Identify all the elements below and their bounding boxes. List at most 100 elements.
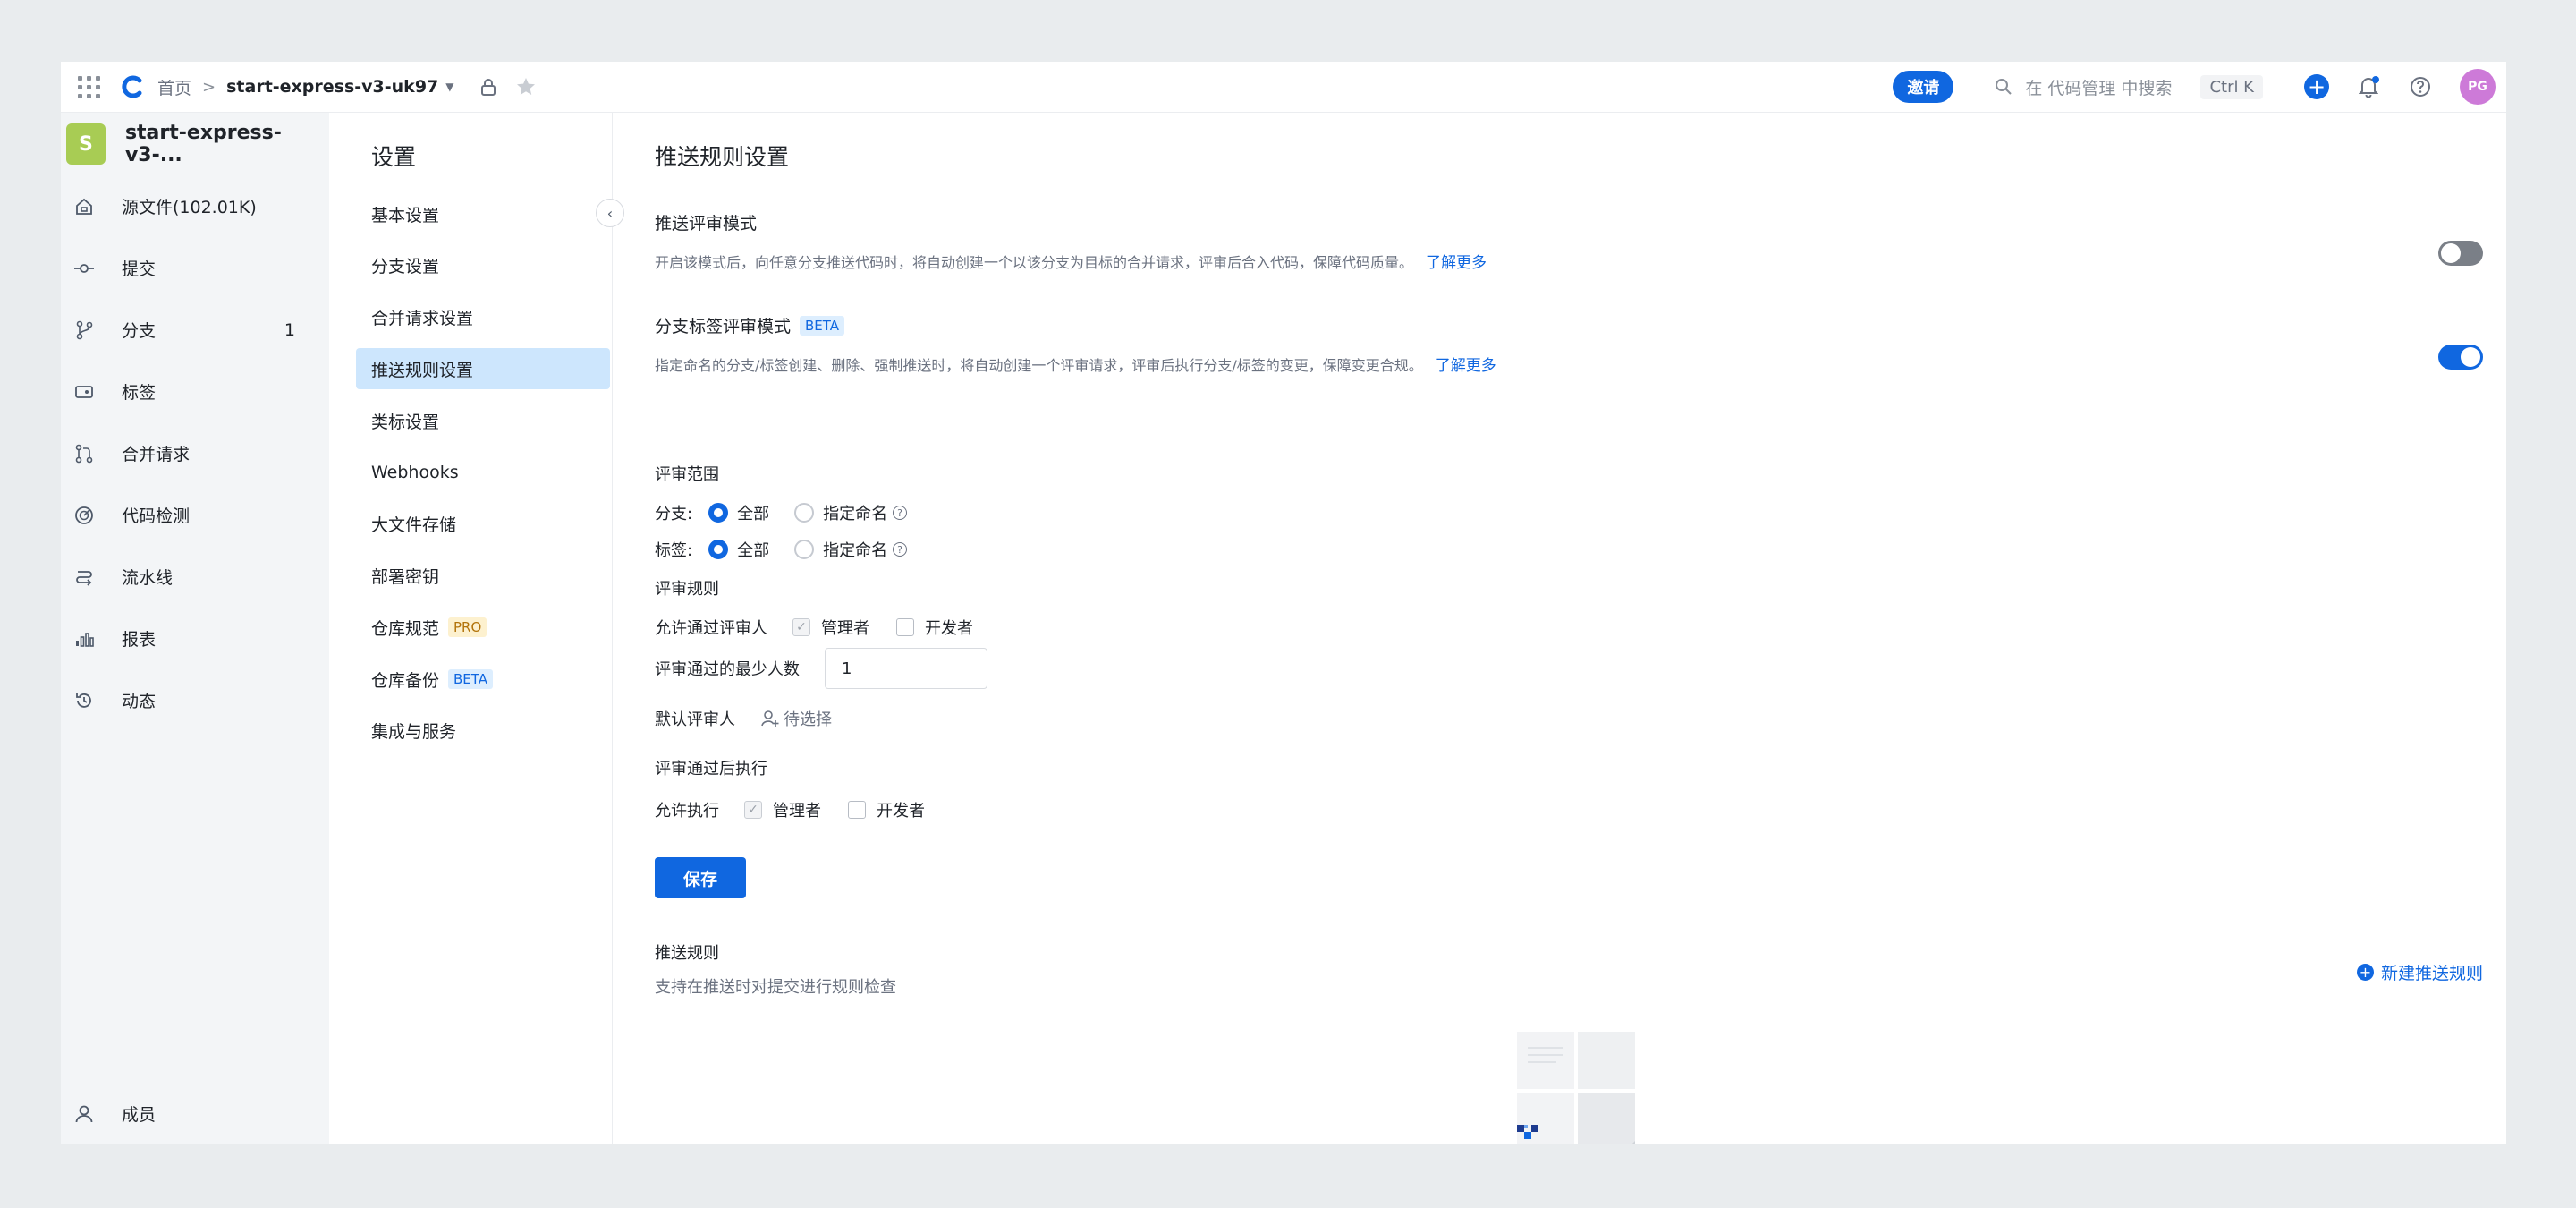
notification-dot xyxy=(2372,76,2379,83)
nav-label: 报表 xyxy=(122,630,157,650)
checkbox-dev[interactable] xyxy=(848,801,866,819)
nav-item-4[interactable]: 合并请求 xyxy=(61,422,329,484)
settings-menu-label: 类标设置 xyxy=(371,412,440,432)
learn-more-link[interactable]: 了解更多 xyxy=(1426,254,1487,272)
checkbox-admin[interactable]: ✓ xyxy=(792,618,810,636)
nav-label: 源文件(102.01K) xyxy=(122,198,257,217)
checkbox-label-dev: 开发者 xyxy=(877,802,925,821)
default-reviewer-label: 默认评审人 xyxy=(655,710,735,729)
repo-badge: S xyxy=(66,123,106,165)
app-window: 首页 > start-express-v3-uk97 ▼ 邀请 在 代码管理 中… xyxy=(61,62,2506,1144)
breadcrumb-home[interactable]: 首页 xyxy=(157,75,191,99)
settings-menu-label: 推送规则设置 xyxy=(371,360,474,380)
min-reviewers-input[interactable]: 1 xyxy=(825,648,987,689)
min-reviewers-row: 评审通过的最少人数 1 xyxy=(655,648,987,689)
push-rules-desc: 支持在推送时对提交进行规则检查 xyxy=(655,978,896,997)
search-placeholder: 在 代码管理 中搜索 xyxy=(2025,78,2173,98)
default-reviewer-row: 默认评审人 待选择 xyxy=(655,707,832,730)
push-review-toggle[interactable] xyxy=(2438,241,2483,266)
settings-menu-item[interactable]: 分支设置 xyxy=(356,245,610,286)
settings-menu-item[interactable]: 仓库备份 BETA xyxy=(356,659,610,700)
page-title: 推送规则设置 xyxy=(655,144,790,170)
settings-menu-item[interactable]: 基本设置 xyxy=(356,193,610,234)
beta-badge: BETA xyxy=(800,315,845,336)
push-review-title: 推送评审模式 xyxy=(655,214,758,234)
save-button[interactable]: 保存 xyxy=(655,857,746,898)
push-review-desc-text: 开启该模式后，向任意分支推送代码时，将自动创建一个以该分支为目标的合并请求，评审… xyxy=(655,254,1414,271)
checkbox-label-admin: 管理者 xyxy=(821,619,869,638)
help-icon[interactable]: ? xyxy=(893,506,908,520)
settings-menu: 设置 ‹ 基本设置 分支设置 合并请求设置 推送规则设置 类标设置 Webhooks 大文件… xyxy=(329,113,624,1144)
radio-tag-named[interactable] xyxy=(794,540,815,559)
branch-tag-review-desc: 指定命名的分支/标签创建、删除、强制推送时，将自动创建一个评审请求，评审后执行分… xyxy=(655,353,1496,375)
scope-branch-label: 分支: xyxy=(655,505,693,523)
branch-tag-review-desc-text: 指定命名的分支/标签创建、删除、强制推送时，将自动创建一个评审请求，评审后执行分… xyxy=(655,357,1423,374)
settings-menu-label: Webhooks xyxy=(371,462,459,482)
settings-menu-item[interactable]: 集成与服务 xyxy=(356,710,610,752)
home-icon xyxy=(73,196,95,217)
repo-header[interactable]: S start-express-v3-... xyxy=(61,113,329,175)
branch-tag-review-toggle[interactable] xyxy=(2438,345,2483,370)
create-button[interactable]: + xyxy=(2304,74,2329,99)
left-nav: S start-express-v3-... 源文件(102.01K) 提交 分支 1… xyxy=(61,113,329,1144)
chevron-down-icon[interactable]: ▼ xyxy=(445,81,453,93)
min-reviewers-label: 评审通过的最少人数 xyxy=(655,660,800,679)
settings-menu-item[interactable]: 类标设置 xyxy=(356,400,610,441)
logo-icon[interactable] xyxy=(120,73,147,100)
settings-menu-item[interactable]: 推送规则设置 xyxy=(356,348,610,390)
search-box[interactable]: 在 代码管理 中搜索 Ctrl K xyxy=(1995,74,2263,99)
checkbox-dev[interactable] xyxy=(896,618,914,636)
invite-button[interactable]: 邀请 xyxy=(1893,71,1954,103)
bell-icon[interactable] xyxy=(2356,74,2381,99)
search-icon xyxy=(1996,79,2012,95)
star-icon[interactable] xyxy=(515,76,537,98)
push-review-desc: 开启该模式后，向任意分支推送代码时，将自动创建一个以该分支为目标的合并请求，评审… xyxy=(655,250,1487,272)
select-reviewer-button[interactable]: 待选择 xyxy=(760,707,832,730)
radio-label-named: 指定命名 xyxy=(823,541,888,560)
collapse-sidebar-button[interactable]: ‹ xyxy=(596,199,624,227)
radio-branch-all[interactable] xyxy=(708,503,729,523)
nav-item-7[interactable]: 报表 xyxy=(61,608,329,669)
new-push-rule-button[interactable]: + 新建推送规则 xyxy=(2356,960,2483,984)
nav-item-5[interactable]: 代码检测 xyxy=(61,484,329,546)
help-icon[interactable]: ? xyxy=(893,542,908,557)
lock-icon[interactable] xyxy=(478,76,499,98)
new-push-rule-label: 新建推送规则 xyxy=(2380,964,2483,983)
settings-menu-item[interactable]: 仓库规范 PRO xyxy=(356,607,610,648)
scope-tag-label: 标签: xyxy=(655,541,693,560)
settings-menu-item[interactable]: 合并请求设置 xyxy=(356,297,610,338)
history-icon xyxy=(73,690,95,711)
nav-item-3[interactable]: 标签 xyxy=(61,361,329,422)
breadcrumb-repo[interactable]: start-express-v3-uk97 xyxy=(226,77,438,97)
radio-tag-all[interactable] xyxy=(708,540,729,559)
settings-menu-label: 仓库规范 xyxy=(371,618,440,639)
nav-item-8[interactable]: 动态 xyxy=(61,669,329,731)
nav-item-members[interactable]: 成员 xyxy=(61,1083,329,1144)
nav-item-1[interactable]: 提交 xyxy=(61,237,329,299)
plus-circle-icon: + xyxy=(2356,964,2374,981)
apps-grid-icon[interactable] xyxy=(77,75,100,98)
user-icon xyxy=(73,1103,95,1125)
learn-more-link[interactable]: 了解更多 xyxy=(1436,357,1496,375)
settings-menu-item[interactable]: Webhooks xyxy=(356,452,610,493)
checkbox-admin[interactable]: ✓ xyxy=(744,801,762,819)
settings-menu-label: 基本设置 xyxy=(371,205,440,225)
review-rules-title: 评审规则 xyxy=(655,580,719,599)
scope-branch-row: 分支: 全部 指定命名 ? xyxy=(655,501,908,524)
push-rules-title: 推送规则 xyxy=(655,944,719,963)
scope-tag-row: 标签: 全部 指定命名 ? xyxy=(655,538,908,561)
merge-request-icon xyxy=(73,443,95,464)
help-icon[interactable] xyxy=(2408,74,2433,99)
settings-menu-item[interactable]: 部署密钥 xyxy=(356,556,610,597)
settings-menu-label: 大文件存储 xyxy=(371,515,457,536)
nav-item-2[interactable]: 分支 1 xyxy=(61,299,329,361)
settings-menu-item[interactable]: 大文件存储 xyxy=(356,504,610,545)
radio-branch-named[interactable] xyxy=(794,503,815,523)
top-bar: 首页 > start-express-v3-uk97 ▼ 邀请 在 代码管理 中… xyxy=(61,62,2506,113)
breadcrumb-separator: > xyxy=(202,77,216,97)
nav-item-0[interactable]: 源文件(102.01K) xyxy=(61,175,329,237)
nav-label: 标签 xyxy=(122,383,157,403)
user-avatar[interactable]: PG xyxy=(2460,69,2496,105)
nav-item-6[interactable]: 流水线 xyxy=(61,546,329,608)
after-review-title: 评审通过后执行 xyxy=(655,760,767,778)
